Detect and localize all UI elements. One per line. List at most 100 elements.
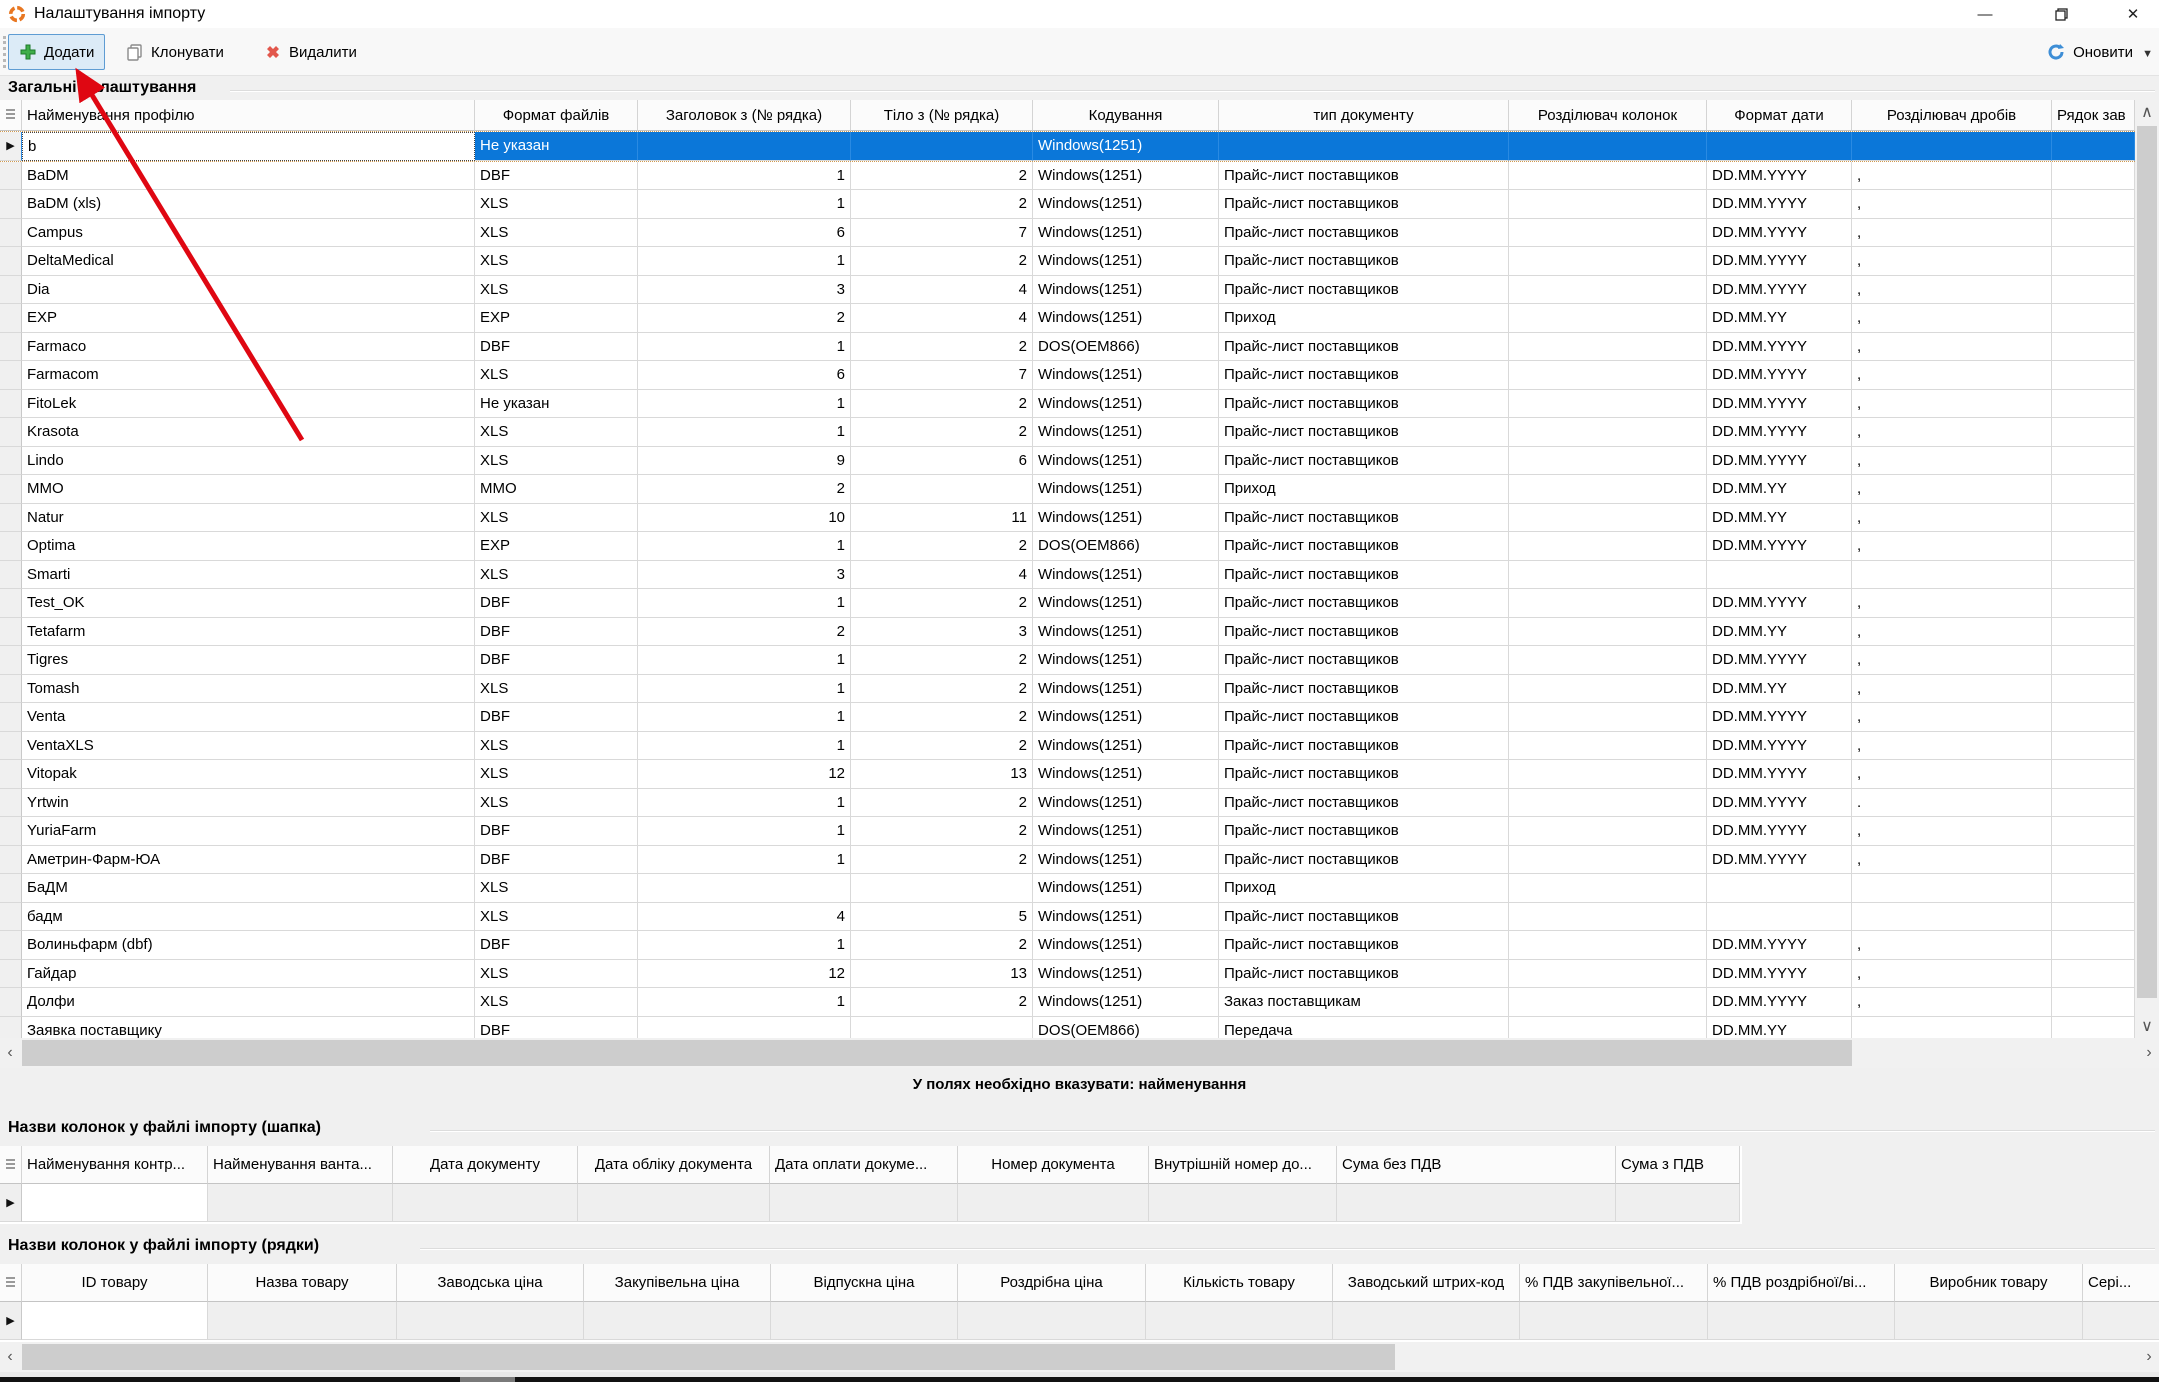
hscrollbar-thumb[interactable] — [22, 1040, 1852, 1066]
table-cell[interactable] — [1509, 247, 1707, 276]
table-cell[interactable]: 1 — [638, 675, 851, 704]
table-cell[interactable]: Гайдар — [22, 960, 475, 989]
table-cell[interactable]: Заявка поставщику — [22, 1017, 475, 1039]
table-cell[interactable]: Долфи — [22, 988, 475, 1017]
table-cell[interactable] — [2052, 504, 2135, 533]
scroll-right-icon[interactable]: › — [2139, 1038, 2159, 1068]
table-cell[interactable]: Windows(1251) — [1033, 760, 1219, 789]
table-cell[interactable]: Прайс-лист поставщиков — [1219, 447, 1509, 476]
table-cell[interactable] — [2052, 618, 2135, 647]
table-cell[interactable] — [1509, 931, 1707, 960]
delete-button[interactable]: Видалити — [254, 34, 367, 70]
table-cell[interactable]: , — [1852, 247, 2052, 276]
table-cell[interactable] — [2052, 846, 2135, 875]
row-indicator[interactable] — [0, 162, 22, 191]
table-cell[interactable]: XLS — [475, 789, 638, 818]
table-cell[interactable] — [208, 1184, 393, 1222]
table-cell[interactable]: 4 — [638, 903, 851, 932]
table-cell[interactable]: 2 — [851, 789, 1033, 818]
table-cell[interactable]: 11 — [851, 504, 1033, 533]
hscrollbar-thumb[interactable] — [22, 1344, 1395, 1370]
table-cell[interactable]: YuriaFarm — [22, 817, 475, 846]
row-indicator[interactable] — [0, 1017, 22, 1039]
table-row[interactable]: ГайдарXLS1213Windows(1251)Прайс-лист пос… — [0, 960, 2135, 989]
table-cell[interactable] — [2052, 132, 2135, 161]
table-cell[interactable]: Прайс-лист поставщиков — [1219, 276, 1509, 305]
table-cell[interactable]: , — [1852, 589, 2052, 618]
table-row[interactable]: LindoXLS96Windows(1251)Прайс-лист постав… — [0, 447, 2135, 476]
table-cell[interactable]: , — [1852, 817, 2052, 846]
row-indicator[interactable] — [0, 190, 22, 219]
table-cell[interactable] — [1509, 304, 1707, 333]
table-cell[interactable]: , — [1852, 390, 2052, 419]
table-cell[interactable]: DD.MM.YYYY — [1707, 732, 1852, 761]
table-cell[interactable]: 4 — [851, 304, 1033, 333]
table-cell[interactable] — [22, 1302, 208, 1340]
row-indicator[interactable] — [0, 504, 22, 533]
table-cell[interactable]: Windows(1251) — [1033, 646, 1219, 675]
table-cell[interactable]: Windows(1251) — [1033, 304, 1219, 333]
row-indicator[interactable] — [0, 988, 22, 1017]
table-cell[interactable] — [771, 1302, 958, 1340]
table-cell[interactable]: , — [1852, 447, 2052, 476]
table-cell[interactable]: DBF — [475, 162, 638, 191]
table-cell[interactable]: DBF — [475, 646, 638, 675]
table-cell[interactable] — [1219, 132, 1509, 161]
table-row[interactable]: бадмXLS45Windows(1251)Прайс-лист поставщ… — [0, 903, 2135, 932]
table-cell[interactable]: , — [1852, 931, 2052, 960]
column-header[interactable]: Заводський штрих-код — [1333, 1264, 1520, 1302]
table-cell[interactable] — [638, 1017, 851, 1039]
row-indicator[interactable] — [0, 475, 22, 504]
table-cell[interactable]: DD.MM.YYYY — [1707, 931, 1852, 960]
table-row[interactable]: FarmacoDBF12DOS(OEM866)Прайс-лист постав… — [0, 333, 2135, 362]
table-cell[interactable]: Приход — [1219, 475, 1509, 504]
table-cell[interactable]: Прайс-лист поставщиков — [1219, 589, 1509, 618]
table-cell[interactable]: DD.MM.YYYY — [1707, 276, 1852, 305]
table-cell[interactable] — [1509, 760, 1707, 789]
table-cell[interactable]: Прайс-лист поставщиков — [1219, 504, 1509, 533]
table-cell[interactable] — [770, 1184, 958, 1222]
table-cell[interactable]: 3 — [638, 561, 851, 590]
table-row[interactable]: ▶ — [0, 1302, 2159, 1340]
table-cell[interactable] — [2052, 789, 2135, 818]
table-cell[interactable]: 2 — [851, 247, 1033, 276]
table-cell[interactable]: 2 — [851, 931, 1033, 960]
table-cell[interactable]: , — [1852, 675, 2052, 704]
table-cell[interactable] — [1509, 418, 1707, 447]
table-cell[interactable]: XLS — [475, 247, 638, 276]
table-cell[interactable]: Прайс-лист поставщиков — [1219, 703, 1509, 732]
table-cell[interactable]: , — [1852, 504, 2052, 533]
table-cell[interactable]: DBF — [475, 589, 638, 618]
row-indicator[interactable] — [0, 532, 22, 561]
table-cell[interactable]: Прайс-лист поставщиков — [1219, 390, 1509, 419]
row-indicator[interactable] — [0, 646, 22, 675]
column-header[interactable]: Кількість товару — [1146, 1264, 1333, 1302]
table-cell[interactable]: Прайс-лист поставщиков — [1219, 162, 1509, 191]
table-cell[interactable] — [1509, 1017, 1707, 1039]
table-cell[interactable]: 3 — [851, 618, 1033, 647]
table-cell[interactable] — [2052, 304, 2135, 333]
table-cell[interactable]: Аметрин-Фарм-ЮА — [22, 846, 475, 875]
toolbar-grip[interactable] — [3, 36, 7, 68]
table-cell[interactable]: , — [1852, 988, 2052, 1017]
table-cell[interactable]: Windows(1251) — [1033, 618, 1219, 647]
table-cell[interactable]: 2 — [851, 732, 1033, 761]
table-cell[interactable]: XLS — [475, 447, 638, 476]
table-cell[interactable] — [1337, 1184, 1616, 1222]
row-indicator[interactable] — [0, 390, 22, 419]
profiles-grid-vscrollbar[interactable]: ∧ ∨ — [2135, 100, 2159, 1038]
table-row[interactable]: KrasotaXLS12Windows(1251)Прайс-лист пост… — [0, 418, 2135, 447]
column-header[interactable]: Внутрішній номер до... — [1149, 1146, 1337, 1184]
table-cell[interactable]: Прайс-лист поставщиков — [1219, 789, 1509, 818]
table-cell[interactable] — [2052, 675, 2135, 704]
table-cell[interactable]: Windows(1251) — [1033, 931, 1219, 960]
table-cell[interactable]: Campus — [22, 219, 475, 248]
table-cell[interactable]: DD.MM.YYYY — [1707, 219, 1852, 248]
table-cell[interactable]: Заказ поставщикам — [1219, 988, 1509, 1017]
table-cell[interactable]: Не указан — [475, 390, 638, 419]
table-cell[interactable]: XLS — [475, 190, 638, 219]
table-cell[interactable]: 9 — [638, 447, 851, 476]
table-cell[interactable]: DD.MM.YYYY — [1707, 447, 1852, 476]
column-header[interactable]: Кодування — [1033, 100, 1219, 131]
table-cell[interactable]: 1 — [638, 703, 851, 732]
